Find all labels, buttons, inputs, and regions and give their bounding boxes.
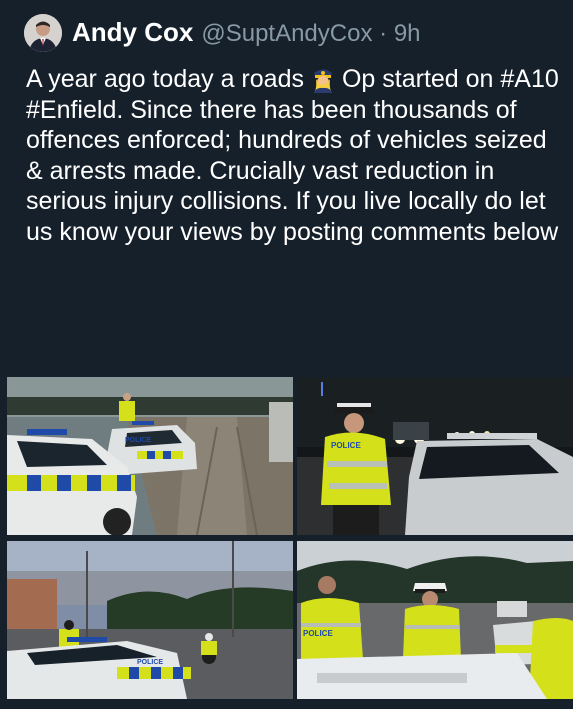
media-grid[interactable]: POLICE POLICE POLICE POLICE (7, 377, 573, 699)
author-handle[interactable]: @SuptAndyCox · 9h (201, 20, 420, 48)
photo-4-image (297, 541, 573, 699)
author-name[interactable]: Andy Cox (72, 17, 193, 48)
photo-4-police-label-left: POLICE (303, 629, 333, 638)
photo-2-police-label: POLICE (331, 441, 361, 450)
tweet-text-part1: A year ago today a roads (26, 65, 304, 93)
bottom-edge (0, 704, 573, 709)
photo-1[interactable]: POLICE (7, 377, 293, 535)
tweet[interactable]: Andy Cox @SuptAndyCox · 9h A year ago to… (0, 0, 573, 709)
photo-2[interactable]: POLICE (297, 377, 573, 535)
author-avatar[interactable] (24, 14, 62, 52)
photo-1-image (7, 377, 293, 535)
handle-text: @SuptAndyCox (201, 20, 373, 47)
timestamp[interactable]: 9h (394, 20, 421, 47)
photo-3[interactable]: POLICE (7, 541, 293, 699)
police-officer-emoji-icon (308, 65, 338, 93)
photo-2-image (297, 377, 573, 535)
tweet-text: A year ago today a roads Op started on #… (26, 64, 561, 247)
avatar-image (24, 14, 62, 52)
separator-dot: · (379, 20, 388, 47)
photo-3-police-label: POLICE (137, 659, 164, 666)
tweet-header: Andy Cox @SuptAndyCox · 9h (72, 17, 421, 51)
photo-4[interactable]: POLICE (297, 541, 573, 699)
photo-3-image (7, 541, 293, 699)
photo-1-police-label: POLICE (125, 437, 152, 444)
